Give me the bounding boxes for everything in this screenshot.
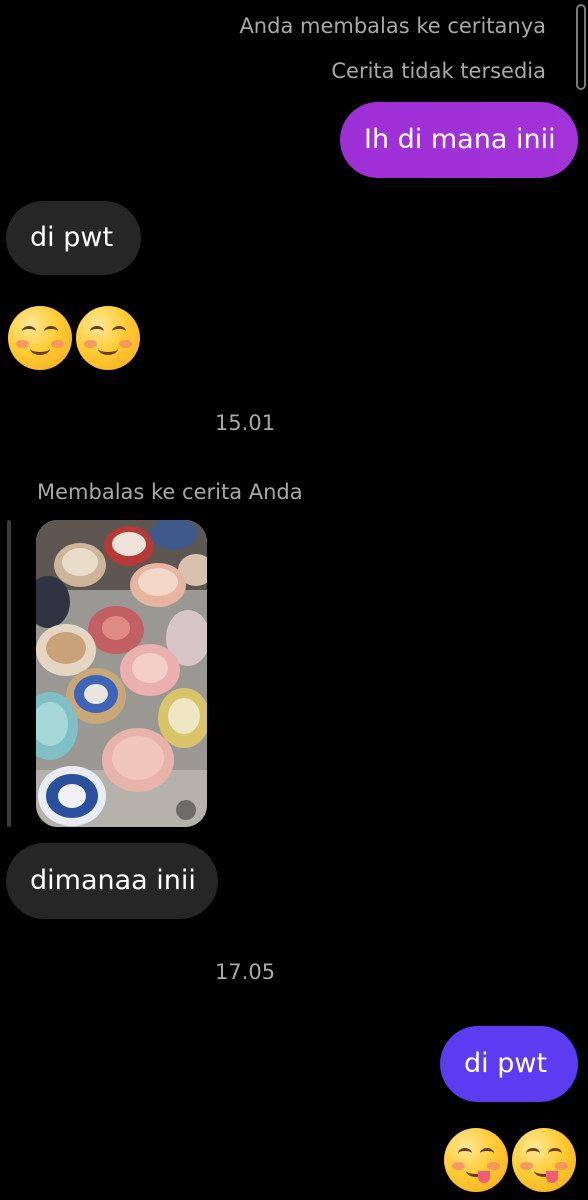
story-thumbnail[interactable] xyxy=(36,520,207,827)
relieved-smiling-face-emoji xyxy=(76,306,140,370)
message-timestamp: 15.01 xyxy=(214,411,276,435)
relieved-smiling-face-emoji xyxy=(8,306,72,370)
message-outgoing[interactable]: di pwt xyxy=(440,1026,578,1102)
story-reply-label: Membalas ke cerita Anda xyxy=(37,480,303,504)
message-incoming[interactable]: di pwt xyxy=(6,201,141,275)
emoji-message[interactable] xyxy=(444,1128,576,1192)
reply-context-label: Anda membalas ke ceritanya xyxy=(239,14,546,38)
chat-scrollbar[interactable] xyxy=(576,4,586,90)
message-text: di pwt xyxy=(464,1048,548,1079)
message-incoming[interactable]: dimanaa inii xyxy=(6,843,218,919)
face-savoring-food-emoji xyxy=(512,1128,576,1192)
message-text: di pwt xyxy=(30,222,114,253)
face-savoring-food-emoji xyxy=(444,1128,508,1192)
emoji-message[interactable] xyxy=(8,306,140,370)
message-timestamp: 17.05 xyxy=(214,960,276,984)
message-outgoing[interactable]: Ih di mana inii xyxy=(340,102,578,178)
story-reply-bar xyxy=(7,520,11,827)
message-text: dimanaa inii xyxy=(30,865,196,896)
message-text: Ih di mana inii xyxy=(364,124,556,155)
story-unavailable-label: Cerita tidak tersedia xyxy=(331,59,546,83)
